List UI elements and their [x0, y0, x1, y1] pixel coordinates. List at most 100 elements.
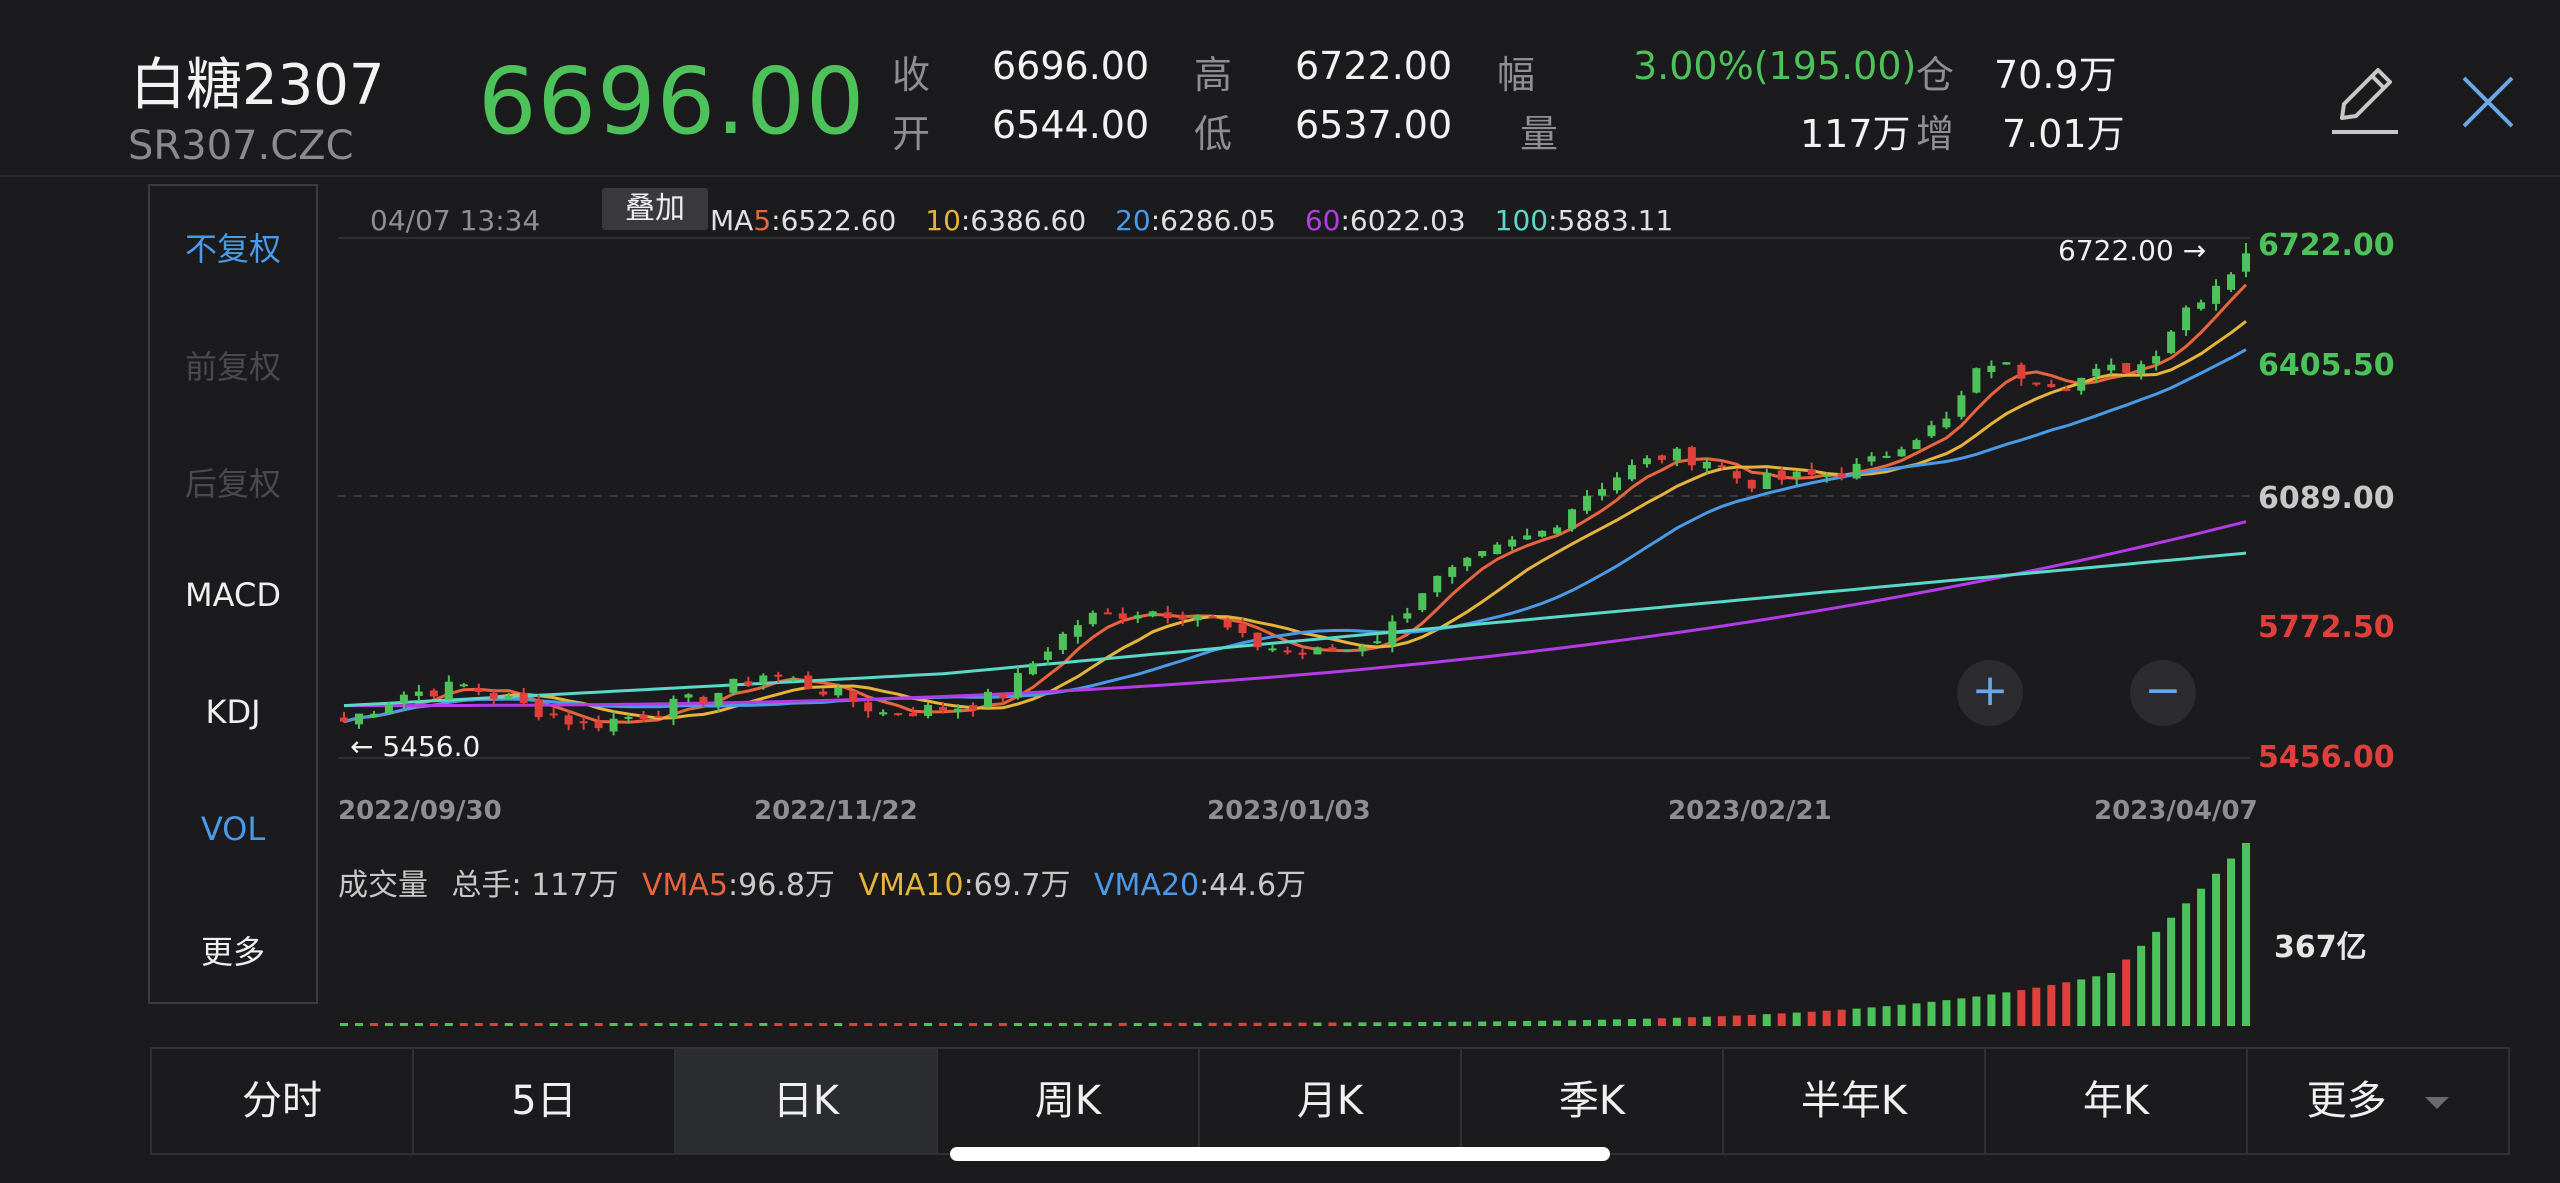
candle-body [1163, 612, 1172, 619]
candle-body [894, 713, 903, 716]
tab-monthly-k[interactable]: 月K [1200, 1049, 1462, 1153]
volume-bar [2182, 903, 2191, 1026]
volume-bar [1912, 1003, 1921, 1026]
candle-body [489, 692, 498, 699]
volume-bar [2167, 917, 2176, 1026]
candle-body [534, 699, 543, 718]
volume-bar [1747, 1014, 1756, 1026]
volume-bar [1493, 1021, 1502, 1026]
volume-bar [684, 1022, 693, 1026]
candle-body [2092, 368, 2101, 377]
volume-bar [969, 1022, 978, 1026]
volume-bar [1118, 1022, 1127, 1026]
candlestick-chart[interactable] [0, 0, 2560, 1183]
candle-body [684, 694, 693, 698]
x-date-4: 2023/02/21 [1668, 796, 1832, 826]
candle-body [369, 713, 378, 717]
candle-body [1852, 463, 1861, 479]
tab-daily-k[interactable]: 日K [676, 1049, 938, 1153]
tab-yearly-k[interactable]: 年K [1986, 1049, 2248, 1153]
volume-bar [729, 1022, 738, 1026]
candle-body [519, 692, 528, 703]
candle-body [1912, 440, 1921, 450]
candle-body [2077, 377, 2086, 391]
candle-body [2167, 331, 2176, 353]
volume-bar [1478, 1021, 1487, 1026]
volume-bar [894, 1022, 903, 1026]
axis-label-mid: 6089.00 [2258, 481, 2395, 516]
candle-body [1987, 365, 1996, 373]
tab-more[interactable]: 更多 [2248, 1049, 2508, 1153]
volume-bar [1882, 1006, 1891, 1026]
volume-bar [924, 1022, 933, 1026]
volume-bar [1837, 1009, 1846, 1026]
volume-bar [654, 1022, 663, 1026]
volume-bar [429, 1023, 438, 1026]
volume-bar [819, 1022, 828, 1026]
tab-quarterly-k[interactable]: 季K [1462, 1049, 1724, 1153]
candle-body [1568, 509, 1577, 529]
volume-bar [1508, 1021, 1517, 1026]
candle-body [998, 694, 1007, 699]
zoom-out-button[interactable]: − [2130, 660, 2196, 726]
zoom-in-button[interactable]: + [1957, 660, 2023, 726]
volume-bar [2227, 858, 2236, 1026]
tab-halfyear-k[interactable]: 半年K [1724, 1049, 1986, 1153]
candle-body [789, 678, 798, 681]
volume-bar [1852, 1008, 1861, 1026]
volume-bar [354, 1023, 363, 1026]
volume-bar [2077, 979, 2086, 1026]
volume-bar [2062, 982, 2071, 1026]
volume-bar [1942, 1000, 1951, 1026]
candle-body [699, 697, 708, 704]
candle-body [1807, 469, 1816, 475]
candle-body [579, 721, 588, 724]
candle-body [340, 717, 348, 722]
candle-body [759, 675, 768, 684]
volume-bar [804, 1022, 813, 1026]
candle-body [564, 715, 573, 725]
volume-bar [1927, 1001, 1936, 1026]
volume-bar [1553, 1020, 1562, 1026]
volume-bar [1717, 1016, 1726, 1026]
candle-body [1253, 632, 1262, 648]
candle-body [1583, 495, 1592, 511]
volume-bar [1298, 1022, 1307, 1026]
candle-body [1837, 473, 1846, 478]
candle-body [1328, 647, 1337, 652]
axis-label-high: 6722.00 [2258, 228, 2395, 263]
candle-body [2122, 363, 2131, 373]
candle-body [729, 678, 738, 693]
candle-body [1118, 613, 1127, 619]
volume-bar [759, 1022, 768, 1026]
volume-bar [864, 1022, 873, 1026]
x-date-3: 2023/01/03 [1207, 796, 1371, 826]
volume-bar [1687, 1017, 1696, 1026]
tab-intraday[interactable]: 分时 [152, 1049, 414, 1153]
volume-bar [1163, 1022, 1172, 1026]
volume-bar [909, 1022, 918, 1026]
candle-body [624, 716, 633, 719]
tab-5day[interactable]: 5日 [414, 1049, 676, 1153]
volume-bar [714, 1022, 723, 1026]
volume-bar [639, 1022, 648, 1026]
candle-body [1463, 557, 1472, 567]
candle-body [1388, 621, 1397, 646]
candle-body [2002, 362, 2011, 365]
volume-bar [489, 1023, 498, 1026]
candle-body [2047, 384, 2056, 387]
volume-bar [2122, 959, 2131, 1026]
volume-bar [1268, 1022, 1277, 1026]
volume-bar [1328, 1022, 1337, 1026]
volume-bar [699, 1022, 708, 1026]
volume-bar [2032, 987, 2041, 1026]
candle-body [1223, 620, 1232, 628]
volume-bar [504, 1023, 513, 1026]
axis-label-lower: 5772.50 [2258, 610, 2395, 645]
candle-body [669, 698, 678, 719]
vma10-name: VMA10 [858, 868, 964, 903]
volume-axis-label: 367亿 [2274, 930, 2367, 965]
tab-weekly-k[interactable]: 周K [938, 1049, 1200, 1153]
volume-bar [2107, 973, 2116, 1026]
chevron-down-icon [2425, 1097, 2450, 1109]
